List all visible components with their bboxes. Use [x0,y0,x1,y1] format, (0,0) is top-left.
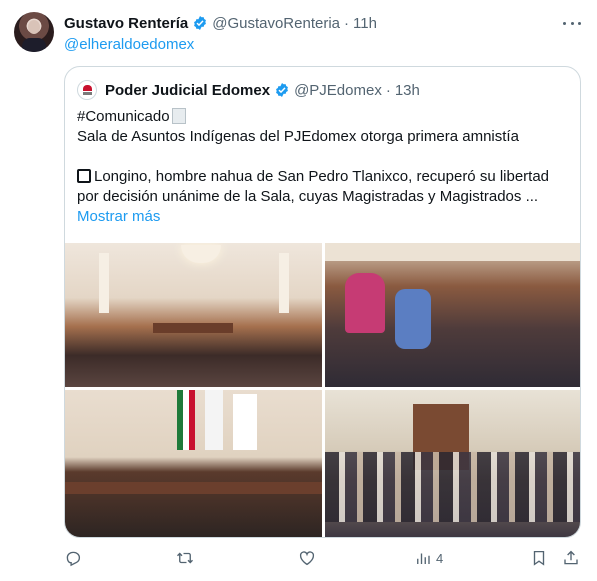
views-button[interactable]: 4 [414,548,443,568]
tweet-timestamp[interactable]: 11h [353,15,377,32]
hashtag-comunicado[interactable]: #Comunicado [77,108,170,125]
like-button[interactable] [298,548,316,568]
separator-dot: · [344,14,350,32]
photo-seated-audience[interactable] [325,243,580,387]
author-name[interactable]: Gustavo Rentería [64,15,188,32]
tweet-text-mention[interactable]: @elheraldoedomex [64,36,194,53]
author-handle[interactable]: @GustavoRenteria [212,15,340,32]
photo-group-portrait[interactable] [325,390,580,537]
judicial-bench [65,482,322,494]
share-icon [564,550,578,565]
quoted-tweet-text: #Comunicado Sala de Asuntos Indígenas de… [77,107,571,227]
show-more-link[interactable]: Mostrar más [77,207,571,227]
tweet-header: Gustavo Rentería @GustavoRenteria · 11h [64,12,581,34]
photo-magistrates-panel[interactable] [65,390,322,537]
avatar-face [28,20,40,34]
group-of-people [325,452,580,522]
reply-icon [66,551,81,567]
quoted-line-4: por decisión unánime de la Sala, cuyas M… [77,188,539,205]
verified-badge-icon [194,16,207,30]
views-count: 4 [436,550,444,566]
document-emoji-icon [171,108,186,124]
like-icon [299,551,315,566]
quoted-author-avatar[interactable] [77,80,97,100]
retweet-button[interactable] [176,548,194,568]
photo-grid [65,243,580,537]
avatar-suit [22,38,46,52]
share-button[interactable] [562,548,580,568]
bookmark-button[interactable] [530,548,548,568]
quoted-timestamp[interactable]: 13h [395,82,420,99]
quoted-line-3: Longino, hombre nahua de San Pedro Tlani… [94,168,550,185]
quoted-tweet-header: Poder Judicial Edomex @PJEdomex · 13h [77,79,420,101]
quoted-tweet[interactable]: Poder Judicial Edomex @PJEdomex · 13h #C… [64,66,581,538]
photo-courtroom-hall[interactable] [65,243,322,387]
column [99,253,109,313]
person-pink-dress [345,273,385,333]
tweet-actions: 4 [64,548,581,568]
bookmark-icon [533,550,545,566]
tweet-card[interactable]: Gustavo Rentería @GustavoRenteria · 11h … [0,0,597,581]
column [279,253,289,313]
mexican-flag [177,390,195,450]
white-flag [205,390,223,450]
author-avatar[interactable] [14,12,54,52]
person-blue-dress [395,289,431,349]
views-icon [417,553,430,564]
verified-badge-icon [276,83,288,97]
retweet-icon [177,552,193,564]
separator-dot: · [385,81,391,99]
chandelier [181,245,221,263]
window-strip [325,243,580,261]
quoted-author-name[interactable]: Poder Judicial Edomex [105,82,270,99]
institutional-flag [233,394,257,450]
quoted-line-2: Sala de Asuntos Indígenas del PJEdomex o… [77,128,519,145]
bench-table [153,323,233,333]
reply-button[interactable] [64,548,82,568]
square-emoji-icon [77,169,91,183]
quoted-author-handle[interactable]: @PJEdomex [294,82,382,99]
more-options-icon[interactable] [563,14,581,32]
